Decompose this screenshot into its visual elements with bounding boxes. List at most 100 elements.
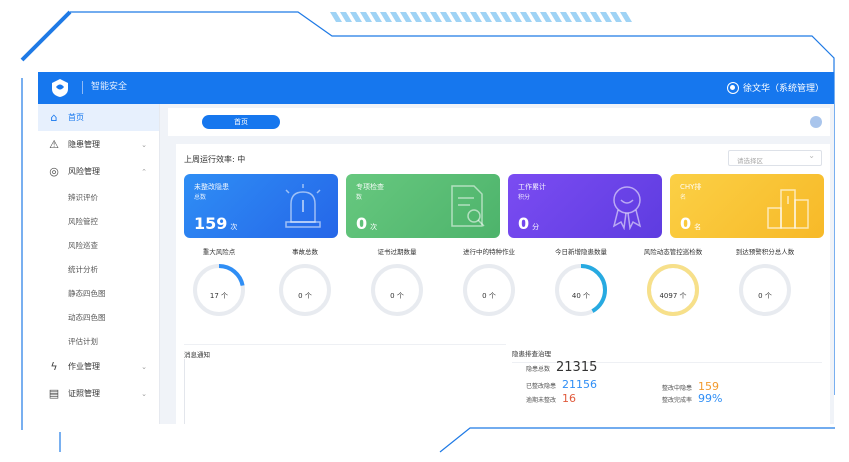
- card-label: 工作累计: [518, 183, 546, 191]
- stat-ring: [463, 264, 515, 316]
- lightning-icon: ϟ: [50, 360, 58, 373]
- card-special-inspections[interactable]: 专项检查 数 0次: [346, 174, 500, 238]
- hazard-overdue-value: 16: [562, 392, 577, 405]
- tab-bar: 首页: [168, 108, 830, 136]
- stat-ring: [739, 264, 791, 316]
- card-sublabel: 总数: [194, 194, 207, 201]
- stat-value: 0 个: [482, 292, 496, 300]
- stat-warning-points-people: 到达预警积分总人数 0 个: [720, 246, 810, 336]
- app-window: 智能安全 徐文华（系统管理） ⌂ 首页 ⚠ 隐患管理 ⌄ ◎ 风险管理 ⌃ 辨识…: [38, 72, 834, 424]
- sidebar-item-label: 作业管理: [68, 362, 100, 371]
- area-select[interactable]: 请选择区: [728, 150, 822, 166]
- sidebar-subitem[interactable]: 动态四色图: [38, 305, 159, 329]
- podium-icon: [767, 189, 809, 229]
- sidebar-item-label: 隐患管理: [68, 140, 100, 149]
- stat-expired-certificates: 证书过期数量 0 个: [352, 246, 442, 336]
- hazard-rate-row: 整改完成率 99%: [662, 392, 722, 405]
- stat-title: 风险动态管控巡检数: [643, 248, 703, 256]
- stat-value: 0 个: [390, 292, 404, 300]
- stat-value: 0 个: [758, 292, 772, 300]
- stat-ring: [279, 264, 331, 316]
- user-menu[interactable]: 徐文华（系统管理）: [726, 81, 824, 94]
- hazard-total-value: 21315: [556, 360, 598, 375]
- stat-title: 事故总数: [292, 248, 318, 256]
- tab-menu-icon[interactable]: [810, 116, 822, 128]
- stat-title: 进行中的特种作业: [463, 248, 515, 256]
- sidebar-subitem[interactable]: 静态四色图: [38, 281, 159, 305]
- stat-title: 重大风险点: [202, 248, 236, 256]
- chevron-down-icon: ⌄: [141, 140, 147, 149]
- stat-value: 4097 个: [659, 292, 687, 300]
- weekly-efficiency-label: 上周运行效率: 中: [184, 155, 246, 164]
- hazard-overdue-label: 逾期未整改: [526, 397, 557, 404]
- sidebar-subitem[interactable]: 统计分析: [38, 257, 159, 281]
- top-bar: 智能安全 徐文华（系统管理）: [38, 72, 834, 104]
- sidebar-item-hazard-management[interactable]: ⚠ 隐患管理 ⌄: [38, 131, 159, 158]
- chevron-down-icon: ⌄: [141, 362, 147, 371]
- report-search-icon: [451, 185, 485, 227]
- tab-home[interactable]: 首页: [202, 115, 280, 129]
- stat-ring: [193, 264, 245, 316]
- hazard-rate-value: 99%: [698, 392, 723, 405]
- sidebar-item-label: 证照管理: [68, 389, 100, 398]
- dashboard-panel: 上周运行效率: 中 请选择区 未整改隐患 总数 159次 专项检查 数 0次: [176, 144, 830, 424]
- card-value: 159 次: [194, 214, 238, 233]
- hazard-governance-panel: 隐患排查治理 隐患总数 21315 已整改隐患 21156 逾期未整改 16 整…: [512, 344, 822, 424]
- award-icon: [612, 186, 642, 230]
- sidebar-subitem[interactable]: 评估计划: [38, 329, 159, 353]
- sidebar-item-license-management[interactable]: ▤ 证照管理 ⌄: [38, 380, 159, 407]
- hazard-pending-label: 整改中隐患: [662, 385, 693, 392]
- stat-major-risk-points: 重大风险点 17 个: [174, 246, 264, 336]
- sidebar-item-home[interactable]: ⌂ 首页: [38, 104, 159, 131]
- card-value: 0分: [518, 214, 540, 233]
- notices-list: [184, 359, 324, 424]
- sidebar-item-work-management[interactable]: ϟ 作业管理 ⌄: [38, 353, 159, 380]
- stat-risk-inspections: 风险动态管控巡检数 4097 个: [628, 246, 718, 336]
- sidebar-item-risk-management[interactable]: ◎ 风险管理 ⌃: [38, 158, 159, 185]
- hazard-rectified-label: 已整改隐患: [526, 383, 557, 390]
- hazard-total-row: 隐患总数 21315: [526, 360, 597, 375]
- hazard-total-label: 隐患总数: [526, 366, 551, 373]
- sidebar-item-label: 首页: [68, 113, 84, 122]
- stat-title: 到达预警积分总人数: [735, 248, 795, 256]
- stat-accident-total: 事故总数 0 个: [260, 246, 350, 336]
- main-content: 首页 上周运行效率: 中 请选择区 未整改隐患 总数 159次: [168, 108, 830, 424]
- sidebar-subitem[interactable]: 风险巡查: [38, 233, 159, 257]
- sidebar: ⌂ 首页 ⚠ 隐患管理 ⌄ ◎ 风险管理 ⌃ 辨识评价 风险管控 风险巡查 统计…: [38, 104, 160, 424]
- user-icon: [726, 81, 739, 94]
- stat-value: 0 个: [298, 292, 312, 300]
- stat-title: 证书过期数量: [377, 248, 417, 256]
- card-work-points[interactable]: 工作累计 积分 0分: [508, 174, 662, 238]
- notices-panel: 消息通知: [184, 344, 506, 424]
- stat-ring: [647, 264, 699, 316]
- stat-special-operations: 进行中的特种作业 0 个: [444, 246, 534, 336]
- card-label: CHY排: [680, 183, 702, 191]
- card-label: 未整改隐患: [194, 183, 229, 191]
- stat-title: 今日新增隐患数量: [555, 248, 607, 256]
- sidebar-subitem[interactable]: 风险管控: [38, 209, 159, 233]
- stat-new-hazards-today: 今日新增隐患数量 40 个: [536, 246, 626, 336]
- card-sublabel: 积分: [518, 194, 531, 201]
- shield-icon: ◎: [49, 165, 59, 178]
- card-unrectified-hazards[interactable]: 未整改隐患 总数 159 次: [184, 174, 338, 238]
- user-name: 徐文华（系统管理）: [742, 84, 824, 94]
- stat-value: 17 个: [209, 292, 229, 300]
- stat-value: 40 个: [571, 292, 591, 300]
- app-title: 智能安全: [82, 81, 127, 94]
- card-sublabel: 数: [356, 194, 363, 201]
- document-icon: ▤: [48, 387, 60, 400]
- card-value: 0名: [680, 214, 702, 233]
- card-value: 0次: [356, 214, 378, 233]
- card-ranking[interactable]: CHY排 名 0名: [670, 174, 824, 238]
- stat-ring: [371, 264, 423, 316]
- stat-ring: [555, 264, 607, 316]
- sidebar-item-label: 风险管理: [68, 167, 100, 176]
- sidebar-subitem[interactable]: 辨识评价: [38, 185, 159, 209]
- hazard-rectified-row: 已整改隐患 21156: [526, 378, 597, 391]
- card-sublabel: 名: [680, 194, 687, 201]
- warning-icon: ⚠: [49, 138, 59, 151]
- app-logo-icon: [52, 79, 68, 97]
- chevron-down-icon: ⌄: [141, 389, 147, 398]
- alarm-icon: [285, 184, 321, 228]
- chevron-up-icon: ⌃: [141, 167, 147, 176]
